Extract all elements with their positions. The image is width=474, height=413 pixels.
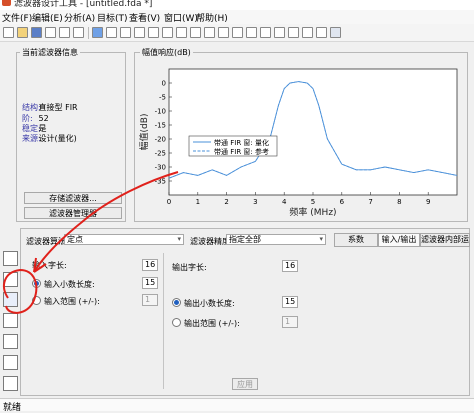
status-text: 就绪 bbox=[3, 403, 22, 413]
y-tick-label: -15 bbox=[155, 122, 166, 130]
context-help-icon[interactable] bbox=[302, 27, 313, 38]
reference-icon[interactable] bbox=[316, 27, 327, 38]
legend-label-reference: 带通 FIR 窗: 参考 bbox=[214, 147, 269, 156]
new-file-icon[interactable] bbox=[3, 27, 14, 38]
menu-edit[interactable]: 编辑(E) bbox=[32, 11, 63, 24]
x-tick-label: 7 bbox=[368, 198, 372, 206]
status-bar: 就绪 bbox=[0, 398, 474, 413]
tab-filter-internals[interactable]: 滤波器内部运算 bbox=[420, 233, 470, 247]
magnitude-estimate-icon[interactable] bbox=[246, 27, 257, 38]
toolbar bbox=[0, 24, 474, 42]
menu-analysis[interactable]: 分析(A) bbox=[64, 11, 95, 24]
output-word-length-field[interactable]: 16 bbox=[282, 260, 298, 272]
y-tick-label: 0 bbox=[162, 80, 166, 88]
x-axis-label: 频率 (MHz) bbox=[289, 206, 336, 218]
open-folder-icon[interactable] bbox=[17, 27, 28, 38]
filter-info-title: 当前滤波器信息 bbox=[20, 47, 80, 58]
info-stable-value: 是 bbox=[38, 124, 47, 133]
info-order-value: 52 bbox=[38, 114, 49, 123]
x-tick-label: 4 bbox=[282, 198, 287, 206]
annotation-circle bbox=[3, 268, 38, 314]
x-tick-label: 5 bbox=[311, 198, 315, 206]
title-bar: 滤波器设计工具 - [untitled.fda *] bbox=[0, 0, 474, 10]
group-delay-icon[interactable] bbox=[148, 27, 159, 38]
red-annotation bbox=[3, 171, 179, 314]
info-structure-value: 直接型 FIR bbox=[38, 103, 78, 112]
app-icon bbox=[2, 0, 11, 6]
x-tick-label: 9 bbox=[426, 198, 430, 206]
impulse-response-icon[interactable] bbox=[176, 27, 187, 38]
menu-window[interactable]: 窗口(W) bbox=[164, 11, 198, 24]
menu-bar: 文件(F) 编辑(E) 分析(A) 目标(T) 查看(V) 窗口(W) 帮助(H… bbox=[0, 10, 474, 24]
tab-coefficients[interactable]: 系数 bbox=[334, 233, 378, 247]
y-tick-label: -10 bbox=[155, 108, 166, 116]
info-structure-row: 结构: 直接型 FIR bbox=[22, 102, 78, 113]
zoom-out-icon[interactable] bbox=[73, 27, 84, 38]
x-tick-label: 3 bbox=[253, 198, 257, 206]
y-tick-label: -25 bbox=[155, 150, 166, 158]
save-icon[interactable] bbox=[31, 27, 42, 38]
info-source-row: 来源: 设计(量化) bbox=[22, 133, 77, 144]
grid-icon[interactable] bbox=[288, 27, 299, 38]
x-tick-label: 6 bbox=[340, 198, 345, 206]
coefficients-icon[interactable] bbox=[218, 27, 229, 38]
noise-loss-icon[interactable] bbox=[260, 27, 271, 38]
phase-response-icon[interactable] bbox=[120, 27, 131, 38]
info-source-key: 来源: bbox=[22, 134, 41, 143]
y-tick-label: -20 bbox=[155, 136, 166, 144]
menu-targets[interactable]: 目标(T) bbox=[97, 11, 128, 24]
x-tick-label: 2 bbox=[224, 198, 228, 206]
filter-info-icon[interactable] bbox=[232, 27, 243, 38]
menu-view[interactable]: 查看(V) bbox=[129, 11, 160, 24]
y-axis-label: 幅值(dB) bbox=[138, 114, 150, 151]
info-source-value: 设计(量化) bbox=[38, 134, 77, 143]
legend-icon[interactable] bbox=[274, 27, 285, 38]
info-structure-key: 结构: bbox=[22, 103, 41, 112]
tab-input-output[interactable]: 输入/输出 bbox=[378, 233, 420, 247]
window-title: 滤波器设计工具 - [untitled.fda *] bbox=[14, 0, 153, 9]
precision-value: 指定全部 bbox=[229, 235, 261, 244]
multirate-tool-icon[interactable] bbox=[3, 355, 18, 370]
print-icon[interactable] bbox=[45, 27, 56, 38]
menu-file[interactable]: 文件(F) bbox=[2, 11, 32, 24]
y-tick-label: -5 bbox=[159, 94, 166, 102]
annotation-arrow bbox=[33, 171, 179, 273]
output-range-field[interactable]: 1 bbox=[282, 316, 298, 328]
apply-button[interactable]: 应用 bbox=[232, 378, 258, 390]
x-tick-label: 8 bbox=[397, 198, 401, 206]
import-tool-icon[interactable] bbox=[3, 376, 18, 391]
step-response-icon[interactable] bbox=[190, 27, 201, 38]
pole-zero-icon[interactable] bbox=[204, 27, 215, 38]
plot-area bbox=[168, 68, 458, 196]
zoom-in-icon[interactable] bbox=[59, 27, 70, 38]
legend: 带通 FIR 窗: 量化 带通 FIR 窗: 参考 bbox=[188, 135, 278, 157]
precision-select[interactable]: 指定全部 ▾ bbox=[226, 234, 326, 245]
analysis-icon[interactable] bbox=[330, 27, 341, 38]
magnitude-response-icon[interactable] bbox=[106, 27, 117, 38]
transform-tool-icon[interactable] bbox=[3, 334, 18, 349]
magnitude-phase-icon[interactable] bbox=[134, 27, 145, 38]
menu-help[interactable]: 帮助(H) bbox=[196, 11, 228, 24]
output-frac-length-field[interactable]: 15 bbox=[282, 296, 298, 308]
phase-delay-icon[interactable] bbox=[162, 27, 173, 38]
chevron-down-icon: ▾ bbox=[319, 235, 323, 243]
legend-label-quantized: 带通 FIR 窗: 量化 bbox=[214, 138, 269, 147]
full-view-icon[interactable] bbox=[92, 27, 103, 38]
arrow-head bbox=[33, 257, 47, 273]
